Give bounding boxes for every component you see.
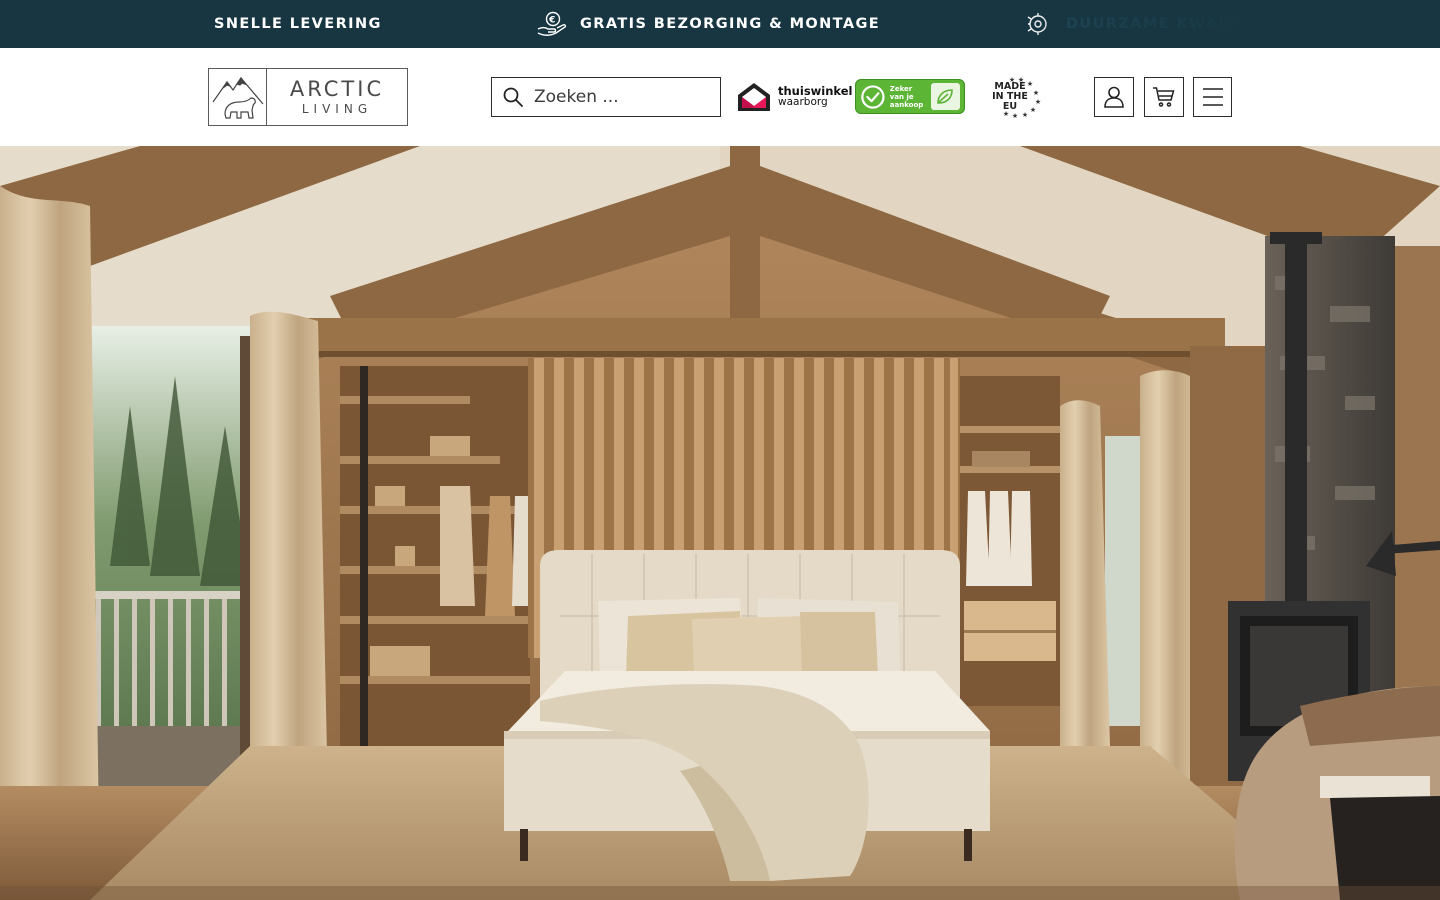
announcement-quality: DUURZAME KWALITEIT	[1026, 0, 1277, 48]
made-in-eu-text: MADE IN THE EU	[992, 81, 1028, 112]
svg-text:★: ★	[1033, 89, 1039, 97]
account-button[interactable]	[1094, 77, 1134, 117]
made-in-eu-badge: ★ ★ ★ ★ ★ ★ ★ ★ ★ MADE IN THE EU	[978, 76, 1042, 118]
waarborg-text: waarborg	[778, 96, 828, 108]
cart-button[interactable]	[1144, 77, 1184, 117]
bedroom-illustration	[0, 146, 1440, 900]
hamburger-icon	[1202, 88, 1223, 106]
search-input[interactable]	[534, 87, 704, 107]
menu-button[interactable]	[1193, 77, 1232, 117]
announcement-fast-delivery: SNELLE LEVERING	[214, 0, 382, 48]
zeker-text: Zeker van je aankoop	[889, 84, 924, 109]
hero-image	[0, 146, 1440, 900]
logo-text-living: LIVING	[301, 102, 373, 116]
svg-text:€: €	[548, 16, 557, 26]
svg-text:★: ★	[1012, 112, 1018, 118]
announcement-text: GRATIS BEZORGING & MONTAGE	[580, 16, 881, 32]
thuiswinkel-house-icon	[738, 83, 770, 111]
checkmark-icon	[861, 84, 885, 109]
site-header: ARCTIC LIVING thuiswinkel waarborg Zeker…	[0, 48, 1440, 146]
leaf-icon	[930, 83, 960, 110]
thuiswinkel-waarborg-badge[interactable]: thuiswinkel waarborg	[736, 81, 853, 113]
announcement-text: DUURZAME KWALITEIT	[1066, 16, 1277, 32]
site-logo[interactable]: ARCTIC LIVING	[208, 68, 408, 126]
announcement-text: SNELLE LEVERING	[214, 16, 382, 32]
gear-icon	[1027, 13, 1047, 35]
euro-hand-icon: €	[537, 11, 567, 36]
announcement-bar: SNELLE LEVERING € GRATIS BEZORGING & MON…	[0, 0, 1440, 48]
logo-wordmark: ARCTIC LIVING	[267, 69, 407, 125]
announcement-free-delivery: € GRATIS BEZORGING & MONTAGE	[536, 0, 880, 48]
user-icon	[1104, 86, 1124, 108]
cart-icon	[1153, 87, 1175, 107]
svg-text:★: ★	[1035, 98, 1041, 106]
zeker-van-je-aankoop-badge[interactable]: Zeker van je aankoop	[855, 79, 965, 114]
polar-bear-mountain-icon	[209, 69, 267, 125]
svg-text:★: ★	[1022, 111, 1028, 118]
logo-text-arctic: ARCTIC	[289, 77, 385, 101]
search-icon[interactable]	[502, 86, 524, 108]
search-box[interactable]	[491, 77, 721, 117]
